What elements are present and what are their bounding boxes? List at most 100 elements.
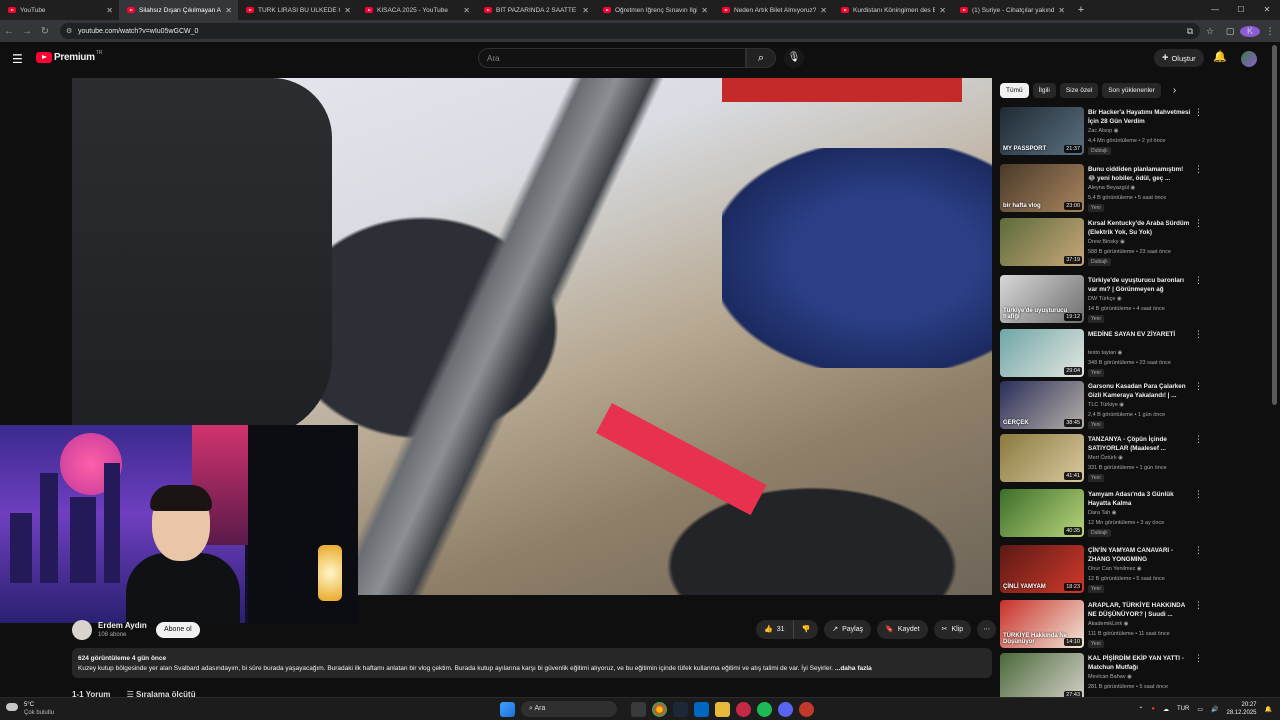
- more-vertical-icon[interactable]: ⋮: [1194, 545, 1203, 556]
- video-thumbnail[interactable]: ÇİNLİ YAMYAM 18:23: [1000, 545, 1084, 593]
- voice-search-button[interactable]: 🎙: [784, 48, 804, 68]
- filter-chip[interactable]: Son yüklenenler: [1102, 82, 1161, 98]
- tray-cloud-icon[interactable]: ☁: [1163, 706, 1169, 713]
- close-tab-icon[interactable]: ✕: [344, 6, 351, 15]
- video-title[interactable]: MEDİNE SAYAN EV ZİYARETİ: [1088, 330, 1192, 339]
- video-thumbnail[interactable]: bir hafta vlog 23:00: [1000, 164, 1084, 212]
- video-thumbnail[interactable]: 40:35: [1000, 489, 1084, 537]
- video-channel[interactable]: Dara Tah ◉: [1088, 510, 1117, 516]
- recommended-video[interactable]: 27:43 KAL PİŞİRDİM EKİP YAN YATTI - Match…: [1000, 653, 1210, 703]
- video-title[interactable]: Yamyam Adası'nda 3 Günlük Hayatta Kalma: [1088, 490, 1192, 508]
- dislike-button[interactable]: 👎: [793, 620, 819, 639]
- browser-tab[interactable]: Neden Artık Bilet Almıyoruz? - ✕: [714, 0, 833, 20]
- browser-tab[interactable]: Silahsız Dışarı Çıkılmayan Adaya ✕: [119, 0, 238, 20]
- maximize-icon[interactable]: ☐: [1228, 0, 1254, 20]
- browser-tab[interactable]: KISACA 2025 - YouTube ✕: [357, 0, 476, 20]
- more-vertical-icon[interactable]: ⋮: [1194, 434, 1203, 445]
- discord-icon[interactable]: [778, 701, 793, 717]
- more-vertical-icon[interactable]: ⋮: [1194, 653, 1203, 664]
- create-button[interactable]: + Oluştur: [1154, 49, 1204, 67]
- video-channel[interactable]: AkademikLink ◉: [1088, 621, 1129, 627]
- tray-app-icon[interactable]: ●: [1151, 706, 1155, 712]
- minimize-icon[interactable]: —: [1202, 0, 1228, 20]
- reload-icon[interactable]: ↻: [36, 26, 54, 37]
- video-channel[interactable]: Mert Öztürk ◉: [1088, 455, 1123, 461]
- youtube-logo[interactable]: Premium TR: [36, 50, 102, 63]
- app-icon[interactable]: [799, 701, 814, 717]
- file-explorer-icon[interactable]: [715, 701, 730, 717]
- video-thumbnail[interactable]: GERÇEK 38:45: [1000, 381, 1084, 429]
- more-vertical-icon[interactable]: ⋮: [1194, 164, 1203, 175]
- more-vertical-icon[interactable]: ⋮: [1194, 329, 1203, 340]
- close-tab-icon[interactable]: ✕: [463, 6, 470, 15]
- site-info-icon[interactable]: ⚙: [66, 27, 72, 35]
- video-channel[interactable]: DW Türkçe ◉: [1088, 296, 1122, 302]
- recommended-video[interactable]: 40:35 Yamyam Adası'nda 3 Günlük Hayatta K…: [1000, 489, 1210, 539]
- video-thumbnail[interactable]: 29:04: [1000, 329, 1084, 377]
- video-channel[interactable]: Onur Can Yenilmez ◉: [1088, 566, 1142, 572]
- browser-tab[interactable]: Öğretmen İğrenç Sınavın İlgi O ✕: [595, 0, 714, 20]
- page-scrollbar[interactable]: [1272, 45, 1277, 405]
- video-thumbnail[interactable]: TÜRKİYE Hakkında Ne Düşünüyor 14:10: [1000, 600, 1084, 648]
- video-description[interactable]: 624 görüntüleme 4 gün önce Kuzey kutup b…: [72, 648, 992, 678]
- close-tab-icon[interactable]: ✕: [106, 6, 113, 15]
- recommended-video[interactable]: Türkiye'de uyuşturucu trafiği 19:12 Türkiy…: [1000, 275, 1210, 325]
- menu-icon[interactable]: ☰: [12, 52, 23, 66]
- video-title[interactable]: ÇİN'İN YAMYAM CANAVARI - ZHANG YONGMING: [1088, 546, 1192, 564]
- install-app-icon[interactable]: ⧉: [1180, 26, 1200, 37]
- save-button[interactable]: 🔖 Kaydet: [877, 620, 928, 639]
- close-tab-icon[interactable]: ✕: [820, 6, 827, 15]
- browser-tab[interactable]: BİT PAZARINDA 2 SAATTE NASIL ✕: [476, 0, 595, 20]
- show-more-link[interactable]: ...daha fazla: [835, 665, 872, 672]
- network-icon[interactable]: ▭: [1197, 706, 1203, 713]
- clock[interactable]: 20:27 28.12.2025: [1226, 701, 1256, 717]
- more-actions-button[interactable]: ⋯: [977, 620, 997, 639]
- extensions-icon[interactable]: ▢: [1220, 26, 1240, 37]
- windows-start-icon[interactable]: [500, 701, 515, 717]
- chevron-right-icon[interactable]: ›: [1173, 85, 1176, 96]
- like-button[interactable]: 👍 31: [756, 620, 794, 639]
- task-view-icon[interactable]: [631, 701, 646, 717]
- video-title[interactable]: Garsonu Kasadan Para Çalarken Gizli Kame…: [1088, 382, 1192, 400]
- video-thumbnail[interactable]: 41:41: [1000, 434, 1084, 482]
- video-channel[interactable]: testo tayian ◉: [1088, 350, 1122, 356]
- video-title[interactable]: Kırsal Kentucky'de Araba Sürdüm (Elektri…: [1088, 219, 1192, 237]
- recommended-video[interactable]: 41:41 TANZANYA - Çöpün İçinde SATIYORLAR …: [1000, 434, 1210, 484]
- video-title[interactable]: KAL PİŞİRDİM EKİP YAN YATTI - Matchun Mu…: [1088, 654, 1192, 672]
- close-window-icon[interactable]: ✕: [1254, 0, 1280, 20]
- profile-button[interactable]: K: [1240, 25, 1260, 37]
- filter-chip[interactable]: Tümü: [1000, 82, 1029, 98]
- weather-widget[interactable]: 5°C Çok bulutlu: [6, 701, 54, 717]
- video-thumbnail[interactable]: 37:19: [1000, 218, 1084, 266]
- video-thumbnail[interactable]: 27:43: [1000, 653, 1084, 701]
- recommended-video[interactable]: bir hafta vlog 23:00 Bunu ciddiden planlam…: [1000, 164, 1210, 214]
- video-title[interactable]: Bir Hacker'a Hayatımı Mahvetmesi İçin 28…: [1088, 108, 1192, 126]
- browser-tab[interactable]: Kurdistanı Köningimen des Essen✕: [833, 0, 952, 20]
- steam-icon[interactable]: [673, 701, 688, 717]
- opera-icon[interactable]: [736, 701, 751, 717]
- search-button[interactable]: ⌕: [746, 48, 776, 68]
- browser-tab[interactable]: TÜRK LİRASI BU ÜLKEDE ÇOK DEĞERLİ ✕: [238, 0, 357, 20]
- bookmark-star-icon[interactable]: ☆: [1200, 26, 1220, 37]
- clip-button[interactable]: ✂ Klip: [933, 620, 972, 639]
- channel-name[interactable]: Erdem Aydın: [98, 621, 147, 630]
- video-title[interactable]: Bunu ciddiden planlamamıştım! 😂 yeni hob…: [1088, 165, 1192, 183]
- close-tab-icon[interactable]: ✕: [939, 6, 946, 15]
- more-vertical-icon[interactable]: ⋮: [1194, 600, 1203, 611]
- taskbar-search[interactable]: ⌕ Ara: [521, 701, 617, 717]
- more-vertical-icon[interactable]: ⋮: [1194, 381, 1203, 392]
- more-vertical-icon[interactable]: ⋮: [1194, 275, 1203, 286]
- video-title[interactable]: TANZANYA - Çöpün İçinde SATIYORLAR (Maal…: [1088, 435, 1192, 453]
- more-vertical-icon[interactable]: ⋮: [1194, 107, 1203, 118]
- video-channel[interactable]: Drew Binsky ◉: [1088, 239, 1125, 245]
- video-channel[interactable]: Aleyna Beyazgül ◉: [1088, 185, 1135, 191]
- close-tab-icon[interactable]: ✕: [582, 6, 589, 15]
- language-indicator[interactable]: TUR: [1177, 706, 1189, 712]
- subscribe-button[interactable]: Abone ol: [156, 622, 200, 638]
- volume-icon[interactable]: 🔊: [1211, 706, 1218, 713]
- notifications-icon[interactable]: 🔔: [1265, 706, 1272, 713]
- browser-tab[interactable]: YouTube ✕: [0, 0, 119, 20]
- chrome-icon[interactable]: [652, 701, 667, 717]
- video-thumbnail[interactable]: MY PASSPORT 21:37: [1000, 107, 1084, 155]
- recommended-video[interactable]: TÜRKİYE Hakkında Ne Düşünüyor 14:10 ARAPLA…: [1000, 600, 1210, 650]
